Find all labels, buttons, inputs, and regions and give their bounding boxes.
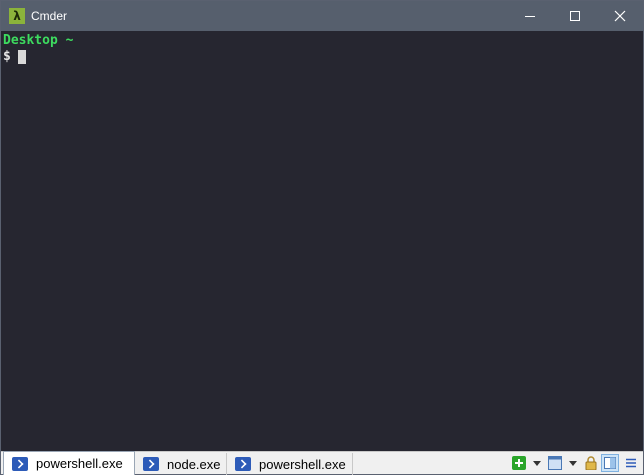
menu-icon bbox=[626, 458, 636, 468]
dropdown-icon bbox=[533, 460, 541, 466]
tab-label: node.exe bbox=[167, 456, 221, 472]
add-console-icon bbox=[512, 456, 526, 470]
terminal-area[interactable]: Desktop ~ $ bbox=[1, 31, 643, 451]
close-button[interactable] bbox=[597, 1, 643, 31]
cmder-window: λ Cmder Desktop ~ $ powershell.exe node.… bbox=[0, 0, 644, 475]
layout-icon bbox=[604, 457, 616, 469]
maximize-icon bbox=[570, 11, 580, 21]
menu-button[interactable] bbox=[623, 455, 639, 471]
split-view-dropdown[interactable] bbox=[565, 455, 581, 471]
prompt-symbol: $ bbox=[3, 49, 11, 64]
prompt-path: Desktop ~ bbox=[3, 33, 74, 48]
tab-label: powershell.exe bbox=[36, 456, 123, 471]
minimize-icon bbox=[525, 16, 535, 17]
dropdown-icon bbox=[569, 460, 577, 466]
add-console-dropdown[interactable] bbox=[529, 455, 545, 471]
lock-button[interactable] bbox=[583, 455, 599, 471]
tab-powershell-1[interactable]: powershell.exe bbox=[3, 451, 135, 475]
tab-node[interactable]: node.exe bbox=[135, 453, 227, 475]
split-view-button[interactable] bbox=[547, 455, 563, 471]
cmder-lambda-icon[interactable]: λ bbox=[9, 8, 25, 24]
layout-toggle-button[interactable] bbox=[601, 454, 619, 472]
text-cursor bbox=[18, 50, 26, 64]
powershell-icon bbox=[143, 457, 159, 471]
minimize-button[interactable] bbox=[507, 1, 553, 31]
close-icon bbox=[614, 10, 626, 22]
window-title: Cmder bbox=[31, 9, 68, 23]
tab-powershell-2[interactable]: powershell.exe bbox=[227, 453, 353, 475]
tab-bar: powershell.exe node.exe powershell.exe bbox=[1, 451, 643, 475]
add-console-button[interactable] bbox=[511, 455, 527, 471]
title-bar[interactable]: λ Cmder bbox=[1, 1, 643, 31]
split-view-icon bbox=[548, 456, 562, 470]
powershell-icon bbox=[235, 457, 251, 471]
maximize-button[interactable] bbox=[552, 1, 598, 31]
tab-label: powershell.exe bbox=[259, 456, 346, 472]
lock-icon bbox=[585, 456, 597, 470]
powershell-icon bbox=[12, 456, 28, 471]
